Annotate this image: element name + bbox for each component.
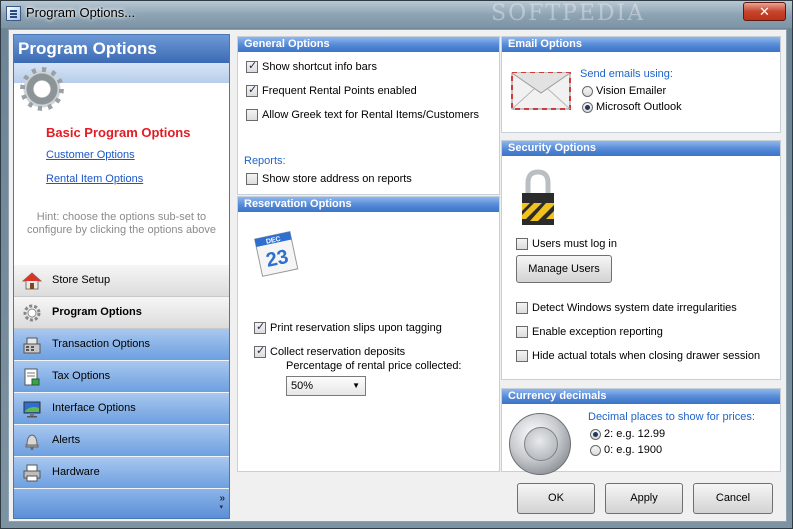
vision-emailer-radio[interactable]: [582, 86, 593, 97]
sidebar-item-label: Tax Options: [52, 370, 111, 382]
sidebar-item-label: Alerts: [52, 434, 81, 446]
microsoft-outlook-radio[interactable]: [582, 102, 593, 113]
watermark: SOFTPEDIA: [491, 1, 646, 26]
lock-icon: [522, 169, 554, 225]
show-store-address-checkbox[interactable]: [246, 173, 258, 185]
sidebar-item-hardware[interactable]: Hardware: [14, 457, 229, 489]
rental-item-options-link[interactable]: Rental Item Options: [46, 173, 143, 185]
frequent-rental-points-checkbox[interactable]: [246, 83, 258, 97]
cash-register-icon: [23, 337, 41, 354]
calendar-icon: DEC 23: [254, 231, 299, 277]
detect-date-irregularities-checkbox[interactable]: [516, 302, 528, 314]
calendar-day: 23: [264, 246, 290, 272]
chevron-down-icon: ▼: [352, 381, 360, 390]
show-shortcut-info-bars-label: Show shortcut info bars: [262, 61, 377, 73]
app-icon: [6, 6, 21, 21]
zero-decimals-label: 0: e.g. 1900: [604, 444, 663, 456]
percentage-select[interactable]: 50% ▼: [286, 376, 366, 396]
reservation-options-panel: Reservation Options DEC 23 Print reserva…: [237, 196, 500, 472]
hide-actual-totals-label: Hide actual totals when closing drawer s…: [532, 350, 761, 362]
selected-subset-label: Basic Program Options: [46, 125, 191, 140]
users-must-log-in-label: Users must log in: [532, 238, 617, 250]
printer-icon: [23, 464, 41, 482]
sidebar-item-interface-options[interactable]: Interface Options: [14, 393, 229, 425]
reservation-options-header: Reservation Options: [238, 197, 499, 212]
expand-chevron-icon[interactable]: » ▾: [219, 494, 225, 512]
security-options-header: Security Options: [502, 141, 780, 156]
two-decimals-label: 2: e.g. 12.99: [604, 428, 666, 440]
client-area: Program Options Basic Program Options Cu…: [8, 29, 787, 522]
sidebar-item-label: Hardware: [52, 466, 100, 478]
hide-actual-totals-checkbox[interactable]: [516, 350, 528, 362]
users-must-log-in-checkbox[interactable]: [516, 238, 528, 250]
show-store-address-label: Show store address on reports: [262, 173, 412, 185]
send-emails-label: Send emails using:: [580, 68, 673, 80]
sidebar-item-tax-options[interactable]: Tax Options: [14, 361, 229, 393]
exception-reporting-checkbox[interactable]: [516, 326, 528, 338]
tax-document-icon: [24, 368, 40, 386]
manage-users-button[interactable]: Manage Users: [516, 255, 612, 283]
close-button[interactable]: ✕: [743, 2, 786, 21]
sidebar-item-transaction-options[interactable]: Transaction Options: [14, 329, 229, 361]
zero-decimals-radio[interactable]: [590, 445, 601, 456]
coin-icon: [509, 413, 571, 475]
email-options-panel: Email Options Send emails using: Vision …: [501, 36, 781, 133]
options-sidebar: Program Options Basic Program Options Cu…: [13, 34, 230, 519]
bell-icon: [25, 434, 39, 450]
collect-deposits-checkbox[interactable]: [254, 344, 266, 358]
title-bar[interactable]: Program Options... SOFTPEDIA ✕: [1, 1, 792, 28]
percentage-label: Percentage of rental price collected:: [286, 360, 462, 372]
gear-icon: [23, 304, 41, 322]
microsoft-outlook-label: Microsoft Outlook: [596, 101, 682, 113]
sidebar-item-label: Store Setup: [52, 274, 111, 286]
program-options-window: Program Options... SOFTPEDIA ✕ Program O…: [0, 0, 793, 529]
envelope-icon: [511, 72, 571, 110]
allow-greek-text-checkbox[interactable]: [246, 109, 258, 121]
percentage-select-value: 50%: [291, 380, 314, 392]
sidebar-nav: Store Setup Program Options Transaction …: [14, 265, 229, 489]
ok-button[interactable]: OK: [517, 483, 595, 514]
currency-decimals-header: Currency decimals: [502, 389, 780, 404]
decimal-places-label: Decimal places to show for prices:: [588, 411, 755, 423]
collect-deposits-label: Collect reservation deposits: [270, 346, 406, 358]
reports-label: Reports:: [244, 155, 286, 167]
general-options-panel: General Options Show shortcut info bars …: [237, 36, 500, 195]
exception-reporting-label: Enable exception reporting: [532, 326, 663, 338]
gear-icon: [18, 65, 66, 113]
customer-options-link[interactable]: Customer Options: [46, 149, 135, 161]
house-icon: [22, 272, 42, 290]
security-options-panel: Security Options Users must log in Manag…: [501, 140, 781, 380]
cancel-button[interactable]: Cancel: [693, 483, 773, 514]
print-reservation-slips-label: Print reservation slips upon tagging: [270, 322, 442, 334]
sidebar-item-label: Program Options: [52, 306, 142, 318]
apply-button[interactable]: Apply: [605, 483, 683, 514]
sidebar-hint: Hint: choose the options sub-set to conf…: [27, 211, 216, 236]
sidebar-item-store-setup[interactable]: Store Setup: [14, 265, 229, 297]
coin-portrait: [524, 427, 558, 461]
show-shortcut-info-bars-checkbox[interactable]: [246, 59, 258, 73]
vision-emailer-label: Vision Emailer: [596, 85, 667, 97]
close-icon: ✕: [759, 4, 770, 19]
print-reservation-slips-checkbox[interactable]: [254, 320, 266, 334]
monitor-icon: [23, 401, 41, 418]
sidebar-item-program-options[interactable]: Program Options: [14, 297, 229, 329]
frequent-rental-points-label: Frequent Rental Points enabled: [262, 85, 417, 97]
currency-decimals-panel: Currency decimals Decimal places to show…: [501, 388, 781, 475]
sidebar-header: Program Options: [14, 35, 229, 63]
two-decimals-radio[interactable]: [590, 429, 601, 440]
sidebar-footer: » ▾: [14, 489, 229, 518]
sidebar-item-label: Transaction Options: [52, 338, 151, 350]
email-options-header: Email Options: [502, 37, 780, 52]
general-options-header: General Options: [238, 37, 499, 52]
allow-greek-text-label: Allow Greek text for Rental Items/Custom…: [262, 109, 480, 121]
detect-date-irregularities-label: Detect Windows system date irregularitie…: [532, 302, 737, 314]
sidebar-item-label: Interface Options: [52, 402, 136, 414]
window-title: Program Options...: [26, 5, 136, 20]
sidebar-item-alerts[interactable]: Alerts: [14, 425, 229, 457]
